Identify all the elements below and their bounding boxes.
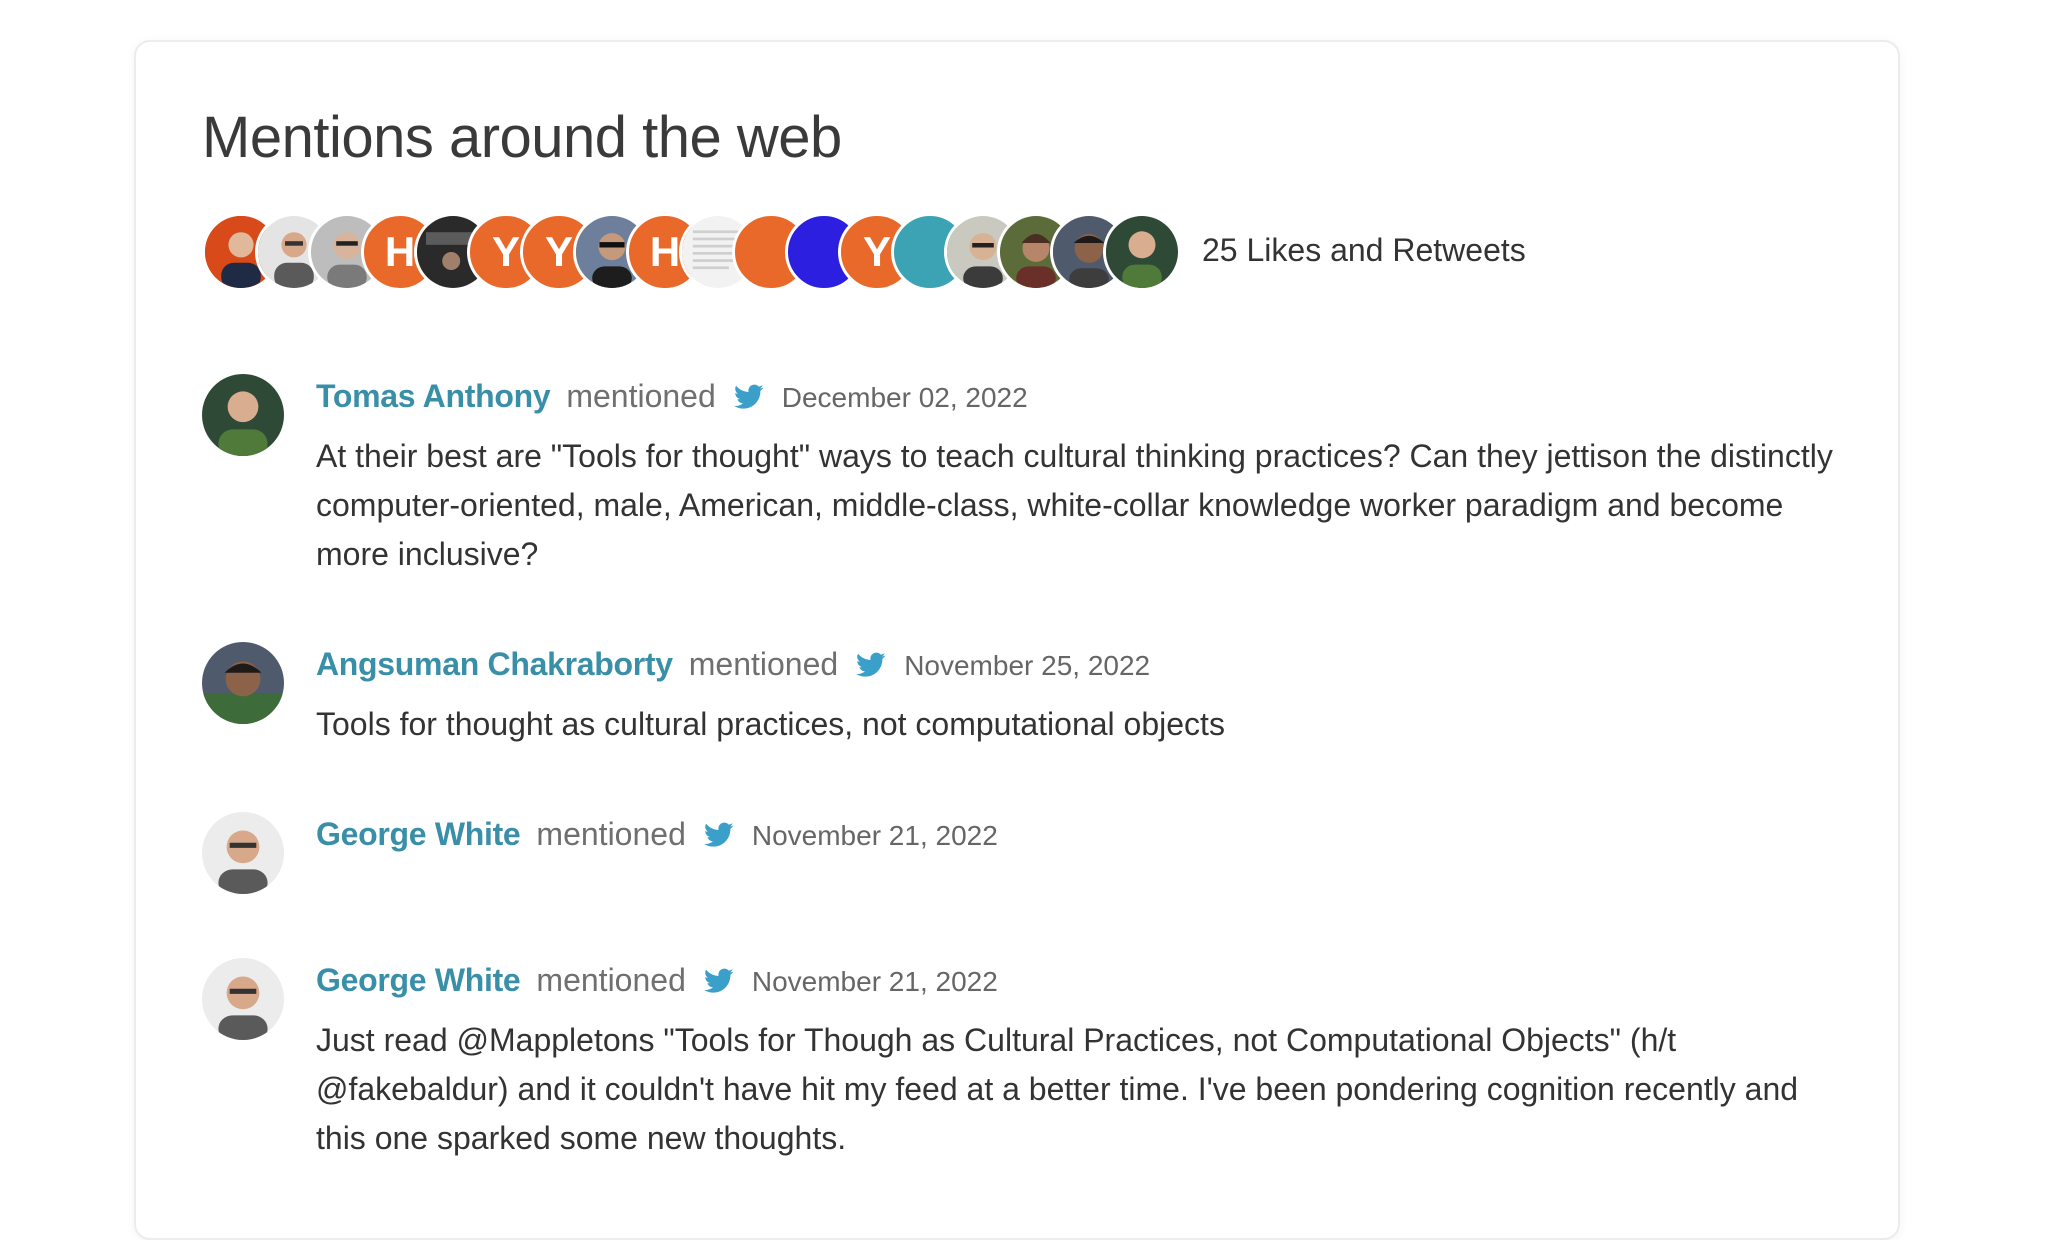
twitter-icon[interactable] xyxy=(703,968,734,994)
mention-verb: mentioned xyxy=(688,646,839,682)
section-title: Mentions around the web xyxy=(202,105,842,170)
mention-header: George White mentioned November 21, 2022 xyxy=(316,962,998,999)
author-name-link[interactable]: Tomas Anthony xyxy=(316,378,551,415)
liker-avatar[interactable] xyxy=(1103,213,1181,291)
yc-avatar-icon: Y xyxy=(862,228,891,275)
photo-avatar-icon xyxy=(202,958,284,1040)
photo-avatar-icon xyxy=(202,812,284,894)
photo-avatar-icon xyxy=(202,374,284,456)
twitter-icon[interactable] xyxy=(733,384,764,410)
mention-verb: mentioned xyxy=(536,816,686,852)
mention-avatar[interactable] xyxy=(202,958,284,1040)
mention-header: George White mentioned November 21, 2022 xyxy=(316,816,998,853)
author-name-link[interactable]: George White xyxy=(316,962,521,999)
mention-header: Tomas Anthony mentioned December 02, 202… xyxy=(316,378,1028,415)
likes-facepile: H Y Y H Y xyxy=(202,212,1181,292)
mention-avatar[interactable] xyxy=(202,642,284,724)
mention-avatar[interactable] xyxy=(202,812,284,894)
author-name-link[interactable]: Angsuman Chakraborty xyxy=(316,646,673,683)
mention-verb: mentioned xyxy=(536,962,686,998)
mention-date[interactable]: December 02, 2022 xyxy=(782,382,1028,414)
yc-avatar-icon: Y xyxy=(544,228,573,275)
mention-date[interactable]: November 21, 2022 xyxy=(752,820,998,852)
mention-date[interactable]: November 25, 2022 xyxy=(904,650,1150,682)
mention-text: Just read @Mappletons "Tools for Though … xyxy=(316,1022,1799,1156)
mention-text: Tools for thought as cultural practices,… xyxy=(316,706,1225,742)
twitter-icon[interactable] xyxy=(703,822,734,848)
mention-verb: mentioned xyxy=(566,378,716,414)
author-name-link[interactable]: George White xyxy=(316,816,521,853)
yc-avatar-icon: Y xyxy=(491,228,520,275)
mention-date[interactable]: November 21, 2022 xyxy=(752,966,998,998)
mentions-card: Mentions around the web H Y Y H Y 25 Lik… xyxy=(134,40,1900,1240)
hn-avatar-icon: H xyxy=(384,228,416,275)
mention-text: At their best are "Tools for thought" wa… xyxy=(316,438,1833,572)
mention-avatar[interactable] xyxy=(202,374,284,456)
hn-avatar-icon: H xyxy=(649,228,681,275)
twitter-icon[interactable] xyxy=(856,652,886,678)
mention-header: Angsuman Chakraborty mentioned November … xyxy=(316,646,1150,683)
likes-count: 25 Likes and Retweets xyxy=(1202,232,1526,268)
photo-avatar-icon xyxy=(1106,216,1178,288)
photo-avatar-icon xyxy=(202,642,284,724)
